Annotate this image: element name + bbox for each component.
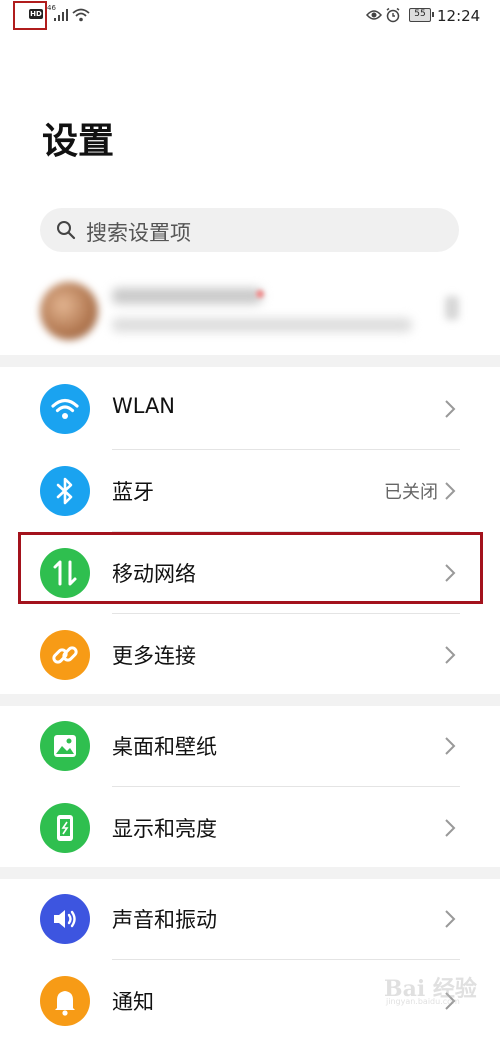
- phone-brightness-icon: [40, 803, 90, 853]
- mobile-network-highlight: [18, 532, 483, 604]
- settings-item-label: 显示和亮度: [112, 817, 217, 841]
- chevron-right-icon: [445, 296, 459, 320]
- notification-dot: [256, 290, 264, 298]
- speaker-icon: [40, 894, 90, 944]
- settings-item-display-brightness[interactable]: 显示和亮度: [0, 787, 500, 869]
- chevron-right-icon: [445, 400, 456, 418]
- settings-item-bluetooth[interactable]: 蓝牙 已关闭: [0, 450, 500, 532]
- hd-highlight-box: [13, 1, 47, 30]
- search-placeholder: 搜索设置项: [86, 221, 191, 245]
- settings-item-label: 更多连接: [112, 644, 196, 668]
- wifi-status-icon: [72, 8, 90, 22]
- link-icon: [40, 630, 90, 680]
- settings-item-label: WLAN: [112, 394, 176, 418]
- avatar: [40, 282, 98, 340]
- eye-comfort-icon: [366, 10, 382, 20]
- chevron-right-icon: [445, 482, 456, 500]
- account-row[interactable]: [0, 270, 500, 354]
- account-subtitle-blurred: [112, 318, 412, 332]
- settings-item-wlan[interactable]: WLAN: [0, 368, 500, 450]
- settings-item-more-connections[interactable]: 更多连接: [0, 614, 500, 696]
- bluetooth-icon: [40, 466, 90, 516]
- image-icon: [40, 721, 90, 771]
- search-icon: [57, 221, 76, 240]
- cellular-signal-icon: [54, 9, 68, 21]
- settings-item-label: 桌面和壁纸: [112, 735, 217, 759]
- settings-item-sound-vibration[interactable]: 声音和振动: [0, 878, 500, 960]
- chevron-right-icon: [445, 646, 456, 664]
- page-title: 设置: [42, 121, 115, 162]
- section-divider: [0, 355, 500, 367]
- search-input[interactable]: 搜索设置项: [40, 208, 459, 252]
- baidu-watermark: Bai 经验 jingyan.baidu.com: [378, 963, 488, 1007]
- chevron-right-icon: [445, 819, 456, 837]
- settings-item-label: 通知: [112, 990, 154, 1014]
- status-bar: HD 46 55 12:24: [0, 0, 500, 32]
- settings-item-label: 蓝牙: [112, 480, 154, 504]
- bell-icon: [40, 976, 90, 1026]
- chevron-right-icon: [445, 737, 456, 755]
- watermark-url: jingyan.baidu.com: [386, 997, 460, 1006]
- settings-item-label: 声音和振动: [112, 908, 217, 932]
- account-name-blurred: [112, 288, 262, 304]
- alarm-icon: [386, 7, 400, 23]
- settings-item-value: 已关闭: [384, 482, 438, 503]
- clock: 12:24: [437, 7, 481, 25]
- chevron-right-icon: [445, 910, 456, 928]
- battery-icon: 55: [409, 8, 434, 22]
- wifi-icon: [40, 384, 90, 434]
- settings-item-home-wallpaper[interactable]: 桌面和壁纸: [0, 705, 500, 787]
